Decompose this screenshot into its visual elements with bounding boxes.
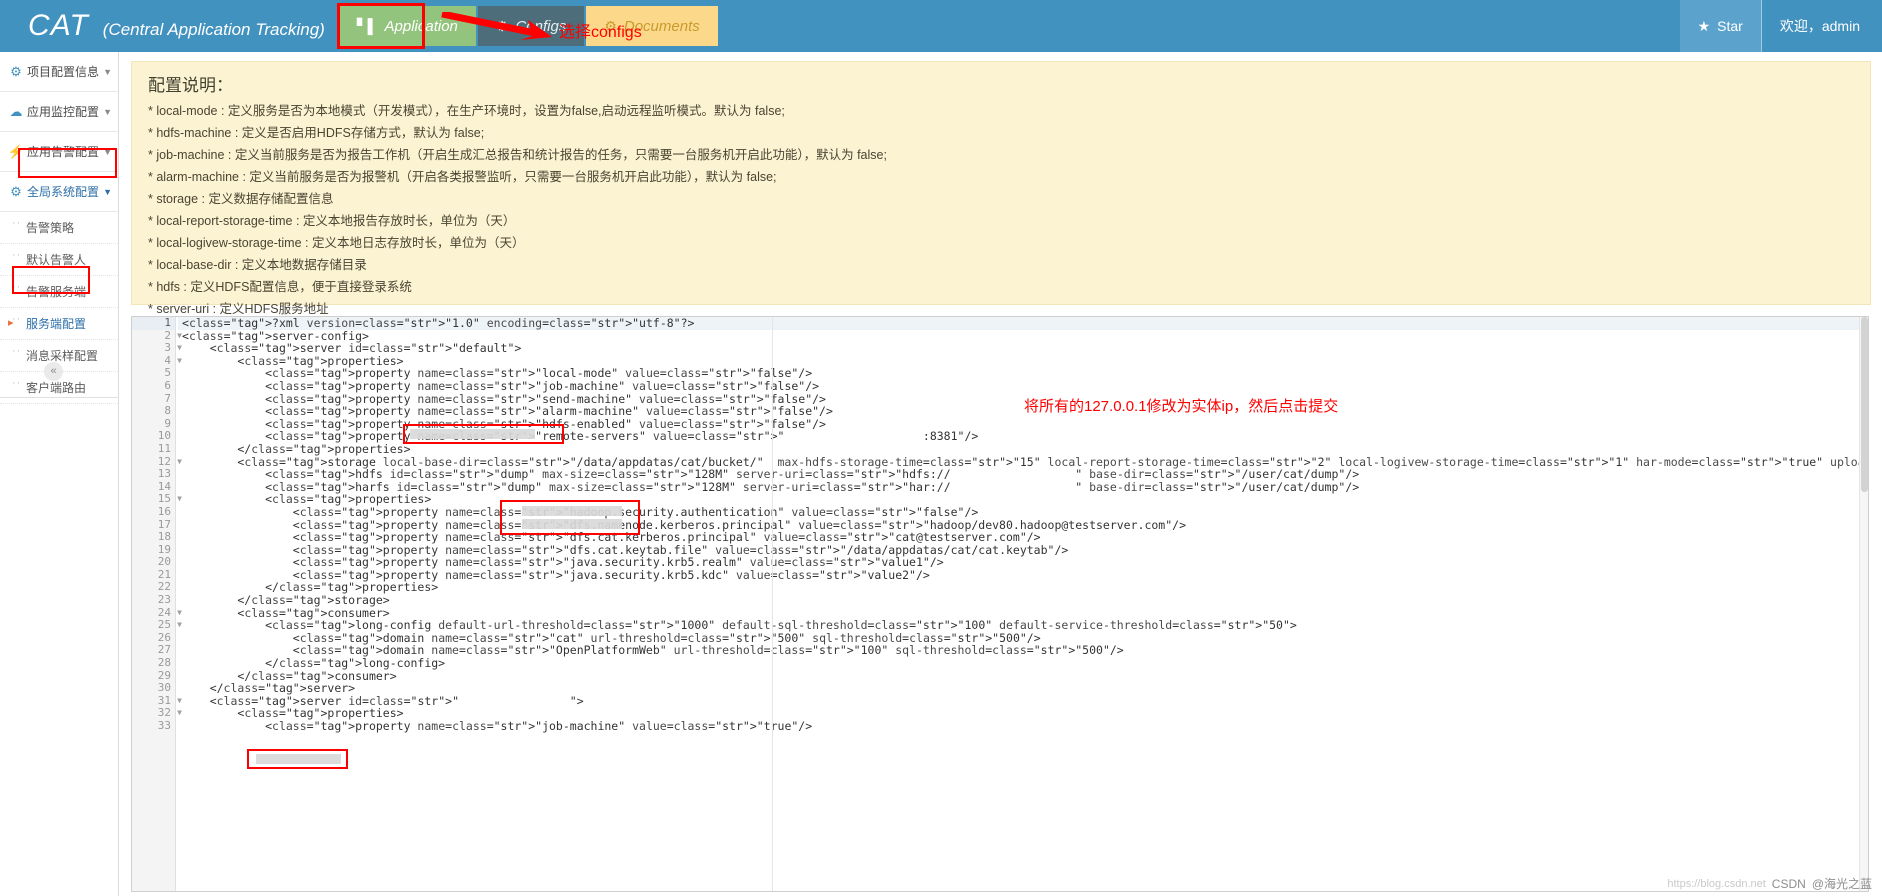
code-line[interactable]: <class="tag">?xml version=class="str">"1… <box>178 317 1868 330</box>
code-line[interactable]: <class="tag">property name=class="str">"… <box>178 720 1868 733</box>
config-description-title: 配置说明： <box>148 76 233 95</box>
line-number: 1 <box>132 317 175 330</box>
line-number: 20 <box>157 555 171 569</box>
sidebar-group-label: 应用告警配置 <box>27 145 100 159</box>
notice-line: * local-logivew-storage-time : 定义本地日志存放时… <box>148 236 525 250</box>
notice-line: * local-base-dir : 定义本地数据存储目录 <box>148 258 367 272</box>
watermark-url: https://blog.csdn.net <box>1667 877 1766 890</box>
sidebar-divider <box>0 397 119 398</box>
sidebar-item-default-alarm-person[interactable]: 默认告警人 <box>0 244 118 276</box>
notice-line: * hdfs : 定义HDFS配置信息，便于直接登录系统 <box>148 280 412 294</box>
app-header: CAT (Central Application Tracking) ▘▌ Ap… <box>0 0 1882 52</box>
editor-code-area[interactable]: <class="tag">?xml version=class="str">"1… <box>178 317 1868 891</box>
masked-ip-remote-servers <box>410 429 535 439</box>
sidebar-item-alarm-policy[interactable]: 告警策略 <box>0 212 118 244</box>
notice-line: * local-mode : 定义服务是否为本地模式（开发模式），在生产环境时，… <box>148 104 785 118</box>
brand: CAT (Central Application Tracking) <box>0 0 339 52</box>
sidebar-item-label: 告警服务端 <box>26 285 87 299</box>
line-number: 6 <box>164 378 171 392</box>
sidebar-item-label: 告警策略 <box>26 221 75 235</box>
sidebar-item-label: 服务端配置 <box>26 317 87 331</box>
code-line[interactable]: </class="tag">consumer> <box>178 669 1868 683</box>
line-number: 3 ▼ <box>164 341 182 355</box>
line-number: 33 <box>157 719 171 732</box>
gear-icon: ⚙ <box>10 183 22 199</box>
cloud-icon: ☁ <box>9 103 23 119</box>
gears-icon: ⚙ <box>10 63 22 79</box>
notice-line: * alarm-machine : 定义当前服务是否为报警机（开启各类报警监听，… <box>148 170 777 184</box>
line-number: 25 ▼ <box>157 618 182 632</box>
header-annotation: 选择configs <box>559 24 642 41</box>
line-number: 13 <box>157 467 171 481</box>
sidebar-group-label: 项目配置信息 <box>27 65 100 79</box>
bolt-icon: ⚡ <box>7 143 25 159</box>
star-button[interactable]: ★ Star <box>1679 0 1761 52</box>
brand-full: (Central Application Tracking) <box>102 20 325 39</box>
code-line[interactable]: <class="tag">harfs id=class="str">"dump"… <box>178 480 1868 494</box>
notice-line: * local-report-storage-time : 定义本地报告存放时长… <box>148 214 516 228</box>
chevron-down-icon: ▼ <box>103 146 112 157</box>
code-line[interactable]: <class="tag">server id=class="str">" "> <box>178 695 1868 708</box>
line-number: 28 <box>157 656 171 670</box>
masked-ip-hdfs <box>522 506 622 516</box>
code-line[interactable]: <class="tag">property name=class="str">"… <box>178 556 1868 569</box>
code-line[interactable]: </class="tag">storage> <box>178 594 1868 607</box>
chevron-down-icon: ▼ <box>103 106 112 117</box>
editor-annotation: 将所有的127.0.0.1修改为实体ip，然后点击提交 <box>1024 398 1339 415</box>
line-number: 23 <box>157 593 171 607</box>
chevron-down-icon: ▼ <box>103 66 112 77</box>
sidebar-item-label: 默认告警人 <box>26 253 87 267</box>
editor-vertical-scrollbar[interactable] <box>1859 317 1868 891</box>
line-number: 18 <box>157 530 171 544</box>
chevron-down-icon: ▼ <box>103 186 112 197</box>
star-label: Star <box>1717 18 1743 34</box>
sidebar-group-label: 全局系统配置 <box>27 185 100 199</box>
code-line[interactable]: </class="tag">server> <box>178 682 1868 695</box>
watermark: https://blog.csdn.net CSDN @海光之蓝 <box>1667 875 1872 892</box>
editor-line-numbers: 1 2 ▼ 3 ▼ 4 ▼ 5 6 7 8 9 10 11 12 ▼ 13 14 15 ▼ 16 17 18 19 20 21 22… <box>132 317 182 891</box>
code-line[interactable]: </class="tag">properties> <box>178 581 1868 594</box>
config-description-panel: 配置说明： * local-mode : 定义服务是否为本地模式（开发模式），在… <box>131 61 1871 338</box>
xml-code-editor[interactable]: 1 2 ▼ 3 ▼ 4 ▼ 5 6 7 8 9 10 11 12 ▼ 13 14 15 ▼ 16 17 18 19 20 21 22… <box>131 316 1869 892</box>
sidebar-item-server-config[interactable]: 服务端配置 <box>0 308 118 340</box>
star-icon: ★ <box>1697 17 1711 34</box>
notice-line: * job-machine : 定义当前服务是否为报告工作机（开启生成汇总报告和… <box>148 148 887 162</box>
sidebar-item-alarm-server[interactable]: 告警服务端 <box>0 276 118 308</box>
welcome-user[interactable]: 欢迎，admin <box>1760 0 1882 52</box>
code-line[interactable]: <class="tag">property name=class="str">"… <box>178 506 1868 519</box>
sidebar: ⚙ 项目配置信息 ▼ ☁ 应用监控配置 ▼ ⚡ 应用告警配置 ▼ ⚙ 全局系统配… <box>0 52 119 896</box>
masked-ip-server-id <box>256 754 341 764</box>
code-line[interactable]: <class="tag">property name=class="str">"… <box>178 531 1868 544</box>
sidebar-group-global-system-config[interactable]: ⚙ 全局系统配置 ▼ <box>0 172 118 212</box>
masked-ip-harfs <box>522 519 622 529</box>
sidebar-item-label: 消息采样配置 <box>26 349 99 363</box>
line-number: 30 <box>157 681 171 695</box>
main-content: 配置说明： * local-mode : 定义服务是否为本地模式（开发模式），在… <box>119 52 1882 896</box>
header-right: ★ Star 欢迎，admin <box>1679 0 1882 52</box>
notice-line: * storage : 定义数据存储配置信息 <box>148 192 334 206</box>
notice-line: * hdfs-machine : 定义是否启用HDFS存储方式，默认为 fals… <box>148 126 485 140</box>
watermark-site: CSDN <box>1771 876 1806 891</box>
watermark-author: @海光之蓝 <box>1811 877 1872 891</box>
sidebar-group-app-monitor-config[interactable]: ☁ 应用监控配置 ▼ <box>0 92 118 132</box>
sidebar-group-label: 应用监控配置 <box>27 105 100 119</box>
sidebar-item-label: 客户端路由 <box>26 381 87 395</box>
sidebar-collapse-button[interactable]: « <box>44 362 63 381</box>
code-line[interactable]: <class="tag">server id=class="str">"defa… <box>178 342 1868 355</box>
line-number: 16 <box>157 504 171 518</box>
line-number: 8 <box>164 404 171 418</box>
line-number: 11 <box>157 441 171 455</box>
scrollbar-thumb[interactable] <box>1861 317 1868 492</box>
annotation-arrow-icon <box>441 12 552 40</box>
brand-short: CAT <box>28 9 89 42</box>
sidebar-group-project-config[interactable]: ⚙ 项目配置信息 ▼ <box>0 52 118 92</box>
code-line[interactable]: </class="tag">long-config> <box>178 657 1868 670</box>
sidebar-group-app-alarm-config[interactable]: ⚡ 应用告警配置 ▼ <box>0 132 118 172</box>
editor-print-margin <box>772 317 773 891</box>
bar-chart-icon: ▘▌ <box>356 17 378 34</box>
